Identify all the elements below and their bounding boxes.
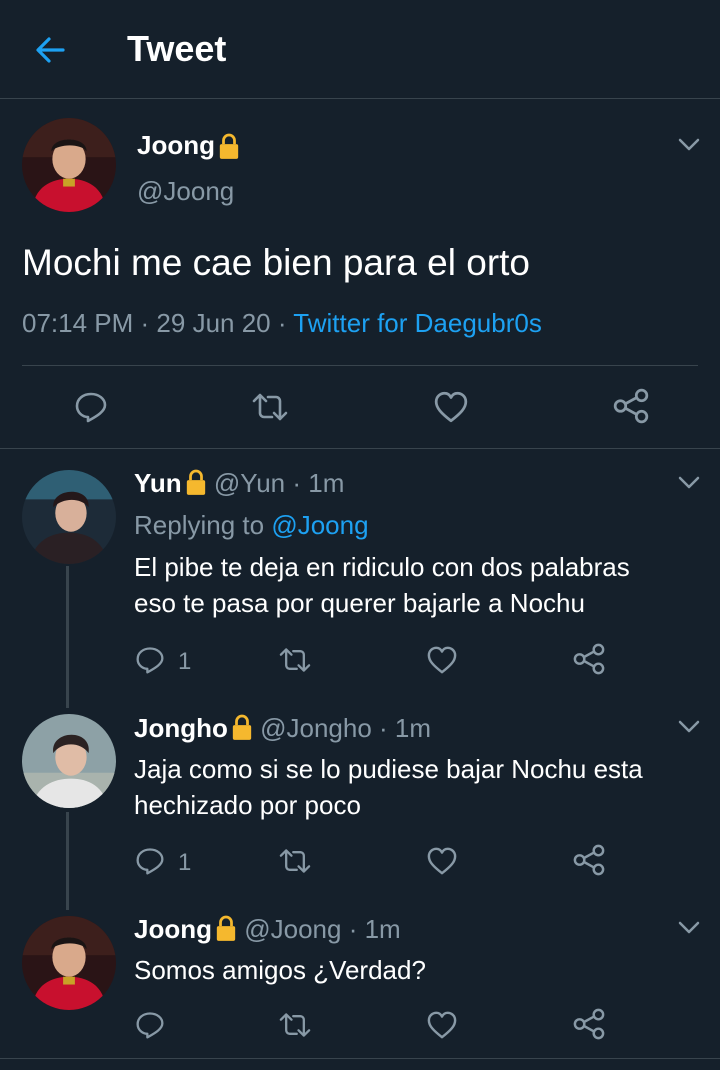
author-handle[interactable]: @Yun (214, 468, 285, 498)
avatar[interactable] (22, 714, 116, 808)
share-button[interactable] (612, 388, 650, 424)
share-icon (572, 643, 606, 675)
retweet-button[interactable] (249, 390, 291, 424)
like-icon (426, 1010, 458, 1040)
author-name[interactable]: Joong (137, 130, 240, 161)
tweet-time: 1m (394, 713, 432, 743)
author-name[interactable]: Yun (134, 468, 182, 498)
separator-dot: · (277, 308, 294, 338)
tweet-time: 1m (364, 914, 401, 944)
tweet-time: 1m (308, 468, 345, 498)
tweet-meta: 07:14 PM · 29 Jun 20 · Twitter for Daegu… (22, 308, 542, 339)
retweet-button[interactable] (276, 1010, 314, 1040)
avatar[interactable] (22, 916, 116, 1010)
reply-icon (134, 1010, 166, 1040)
reply-button[interactable] (134, 1010, 166, 1040)
chevron-down-icon[interactable] (678, 720, 700, 734)
divider (0, 448, 720, 449)
like-icon (426, 846, 458, 876)
separator-dot: · (371, 713, 395, 743)
thread-line (66, 566, 69, 708)
tweet-text-line: El pibe te deja en ridiculo con dos pala… (134, 552, 630, 582)
tweet-text-line: Jaja como si se lo pudiese bajar Nochu e… (134, 754, 643, 784)
tweet-date: 29 Jun 20 (156, 308, 271, 338)
like-button[interactable] (426, 1010, 458, 1040)
retweet-icon (276, 645, 314, 675)
tweet-text-line: eso te pasa por querer bajarle a Nochu (134, 588, 585, 618)
tweet-source[interactable]: Twitter for Daegubr0s (293, 308, 542, 338)
author-handle[interactable]: @Jongho (260, 713, 372, 743)
reply-count: 1 (178, 648, 192, 675)
reply-button[interactable] (134, 846, 166, 876)
separator-dot: · (341, 914, 365, 944)
retweet-button[interactable] (276, 846, 314, 876)
back-button[interactable] (30, 30, 70, 70)
tweet-text: Mochi me cae bien para el orto (22, 242, 530, 283)
like-button[interactable] (426, 846, 458, 876)
retweet-icon (276, 1010, 314, 1040)
replying-to: Replying to @Joong (134, 510, 369, 541)
reply-header: Joong @Joong · 1m (134, 914, 401, 945)
reply-icon (134, 645, 166, 675)
lock-icon (231, 713, 253, 741)
author-handle[interactable]: @Joong (137, 176, 234, 207)
page-title: Tweet (127, 28, 227, 69)
share-button[interactable] (572, 844, 606, 876)
back-arrow-icon (36, 37, 65, 63)
share-button[interactable] (572, 643, 606, 675)
lock-icon (215, 914, 237, 942)
separator-dot: · (140, 308, 157, 338)
reply-header: Jongho @Jongho · 1m (134, 713, 431, 744)
author-name[interactable]: Joong (134, 914, 212, 944)
like-button[interactable] (433, 390, 469, 424)
top-bar: Tweet (0, 0, 720, 99)
chevron-down-icon[interactable] (678, 921, 700, 935)
retweet-icon (276, 846, 314, 876)
share-button[interactable] (572, 1008, 606, 1040)
reply-icon (134, 846, 166, 876)
avatar[interactable] (22, 470, 116, 564)
share-icon (572, 1008, 606, 1040)
share-icon (572, 844, 606, 876)
reply-count: 1 (178, 849, 192, 876)
lock-icon (185, 468, 207, 496)
reply-button[interactable] (134, 645, 166, 675)
reply-header: Yun @Yun · 1m (134, 468, 344, 499)
replying-to-handle[interactable]: @Joong (271, 510, 368, 540)
tweet-text-line: Somos amigos ¿Verdad? (134, 955, 426, 985)
divider (22, 365, 698, 366)
lock-icon (218, 132, 240, 160)
chevron-down-icon[interactable] (678, 476, 700, 490)
author-name-text: Joong (137, 130, 215, 160)
avatar[interactable] (22, 118, 116, 212)
like-button[interactable] (426, 645, 458, 675)
author-name[interactable]: Jongho (134, 713, 228, 743)
tweet-text-line: hechizado por poco (134, 790, 361, 820)
retweet-button[interactable] (276, 645, 314, 675)
author-handle[interactable]: @Joong (244, 914, 341, 944)
tweet-time: 07:14 PM (22, 308, 134, 338)
chevron-down-icon[interactable] (678, 138, 700, 152)
thread-line (66, 812, 69, 910)
share-icon (612, 388, 650, 424)
reply-button[interactable] (73, 390, 109, 424)
retweet-icon (249, 390, 291, 424)
separator-dot: · (285, 468, 309, 498)
like-icon (433, 390, 469, 424)
replying-label: Replying to (134, 510, 265, 540)
like-icon (426, 645, 458, 675)
divider (0, 1058, 720, 1059)
reply-icon (73, 390, 109, 424)
